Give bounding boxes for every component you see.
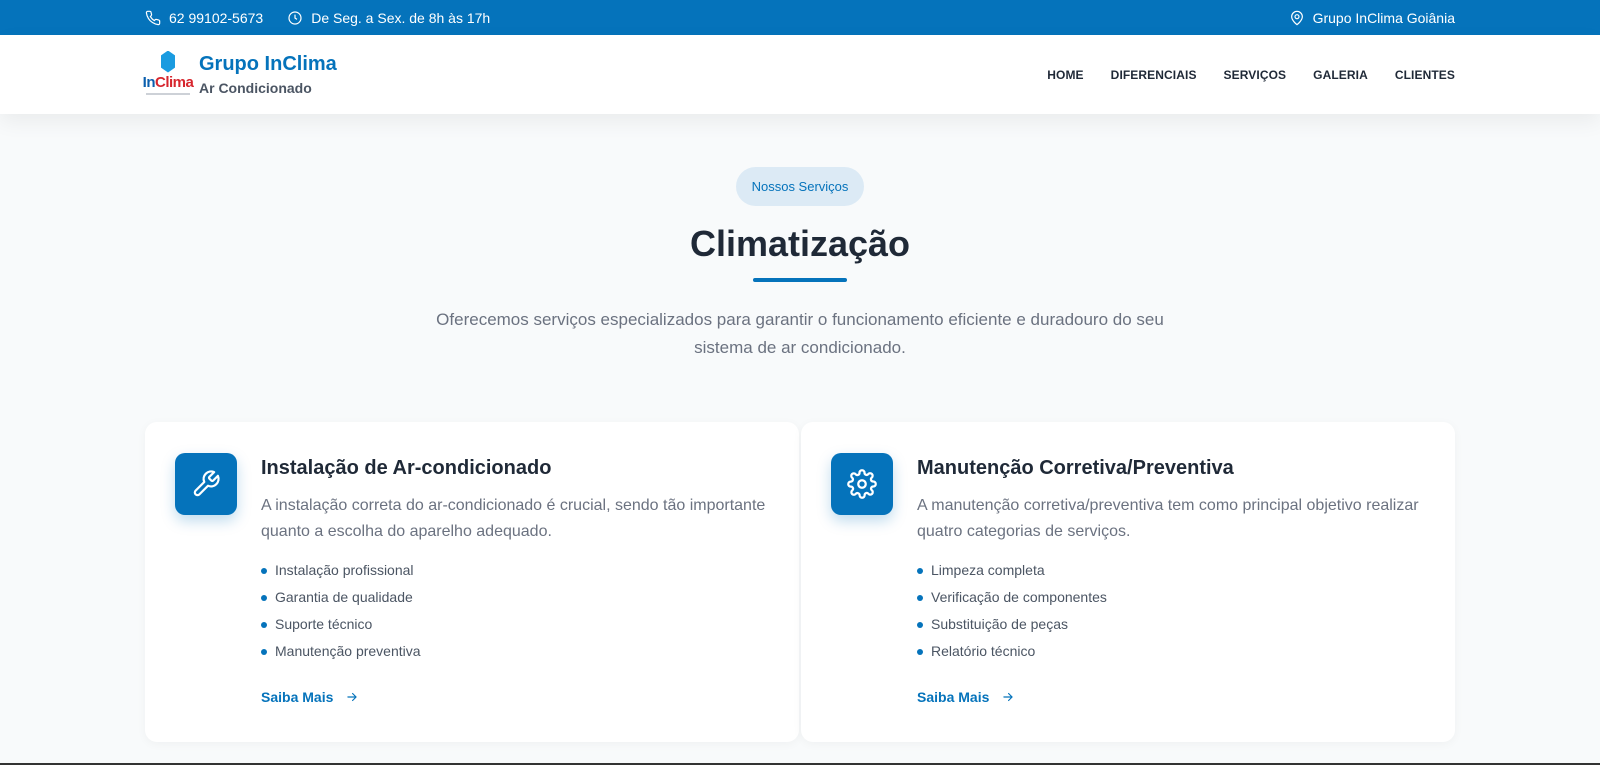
- list-item-text: Verificação de componentes: [931, 589, 1107, 605]
- list-item-text: Garantia de qualidade: [275, 589, 413, 605]
- logo-wordmark: InClima: [143, 74, 194, 91]
- brand-text: Grupo InClima Ar Condicionado: [199, 52, 337, 98]
- bullet-dot: [917, 594, 923, 601]
- title-underline: [753, 278, 847, 282]
- logo-hexagon: [161, 50, 175, 73]
- topbar-hours: De Seg. a Sex. de 8h às 17h: [287, 10, 490, 26]
- bullet-dot: [261, 567, 267, 574]
- bullet-dot: [261, 621, 267, 628]
- arrow-right-icon: [347, 692, 358, 702]
- list-item: Relatório técnico: [917, 638, 1425, 665]
- location-text: Grupo InClima Goiânia: [1312, 9, 1455, 26]
- logo-text-in: In: [142, 73, 156, 91]
- list-item: Limpeza completa: [917, 557, 1425, 584]
- card-description: A manutenção corretiva/preventiva tem co…: [917, 497, 1419, 540]
- phone-icon: [145, 10, 161, 25]
- list-item-text: Substituição de peças: [931, 616, 1068, 632]
- list-item-text: Instalação profissional: [275, 562, 414, 578]
- list-item-text: Relatório técnico: [931, 643, 1036, 659]
- bullet-dot: [917, 621, 923, 628]
- logo-text-clima: Clima: [155, 73, 194, 91]
- bullet-dot: [261, 648, 267, 655]
- nav-clientes[interactable]: CLIENTES: [1395, 68, 1455, 82]
- map-pin-icon: [1290, 10, 1303, 25]
- service-card-installation: Instalação de Ar-condicionado A instalaç…: [145, 422, 799, 742]
- topbar-location-wrap: Grupo InClima Goiânia: [1289, 10, 1455, 26]
- topbar-contact: 62 99102-5673 De Seg. a Sex. de 8h às 17…: [145, 10, 514, 26]
- card-title: Manutenção Corretiva/Preventiva: [917, 457, 1234, 479]
- list-item: Suporte técnico: [261, 611, 769, 638]
- saiba-mais-link[interactable]: Saiba Mais: [261, 689, 359, 705]
- section-title: Climatização: [689, 223, 911, 264]
- card-title: Instalação de Ar-condicionado: [261, 457, 552, 479]
- saiba-mais-link[interactable]: Saiba Mais: [917, 689, 1015, 705]
- nav-servicos[interactable]: SERVIÇOS: [1224, 68, 1287, 82]
- arrow-right-icon: [1003, 692, 1014, 702]
- wrench-icon: [193, 470, 220, 497]
- list-item: Verificação de componentes: [917, 584, 1425, 611]
- inclima-logo[interactable]: InClima: [143, 50, 194, 99]
- card-description: A instalação correta do ar-condicionado …: [261, 497, 766, 540]
- top-info-bar: 62 99102-5673 De Seg. a Sex. de 8h às 17…: [0, 0, 1600, 35]
- brand-subtitle: Ar Condicionado: [199, 79, 312, 96]
- saiba-mais-label: Saiba Mais: [261, 689, 334, 705]
- section-badge: Nossos Serviços: [735, 167, 865, 206]
- logo-tagline-line: [146, 92, 190, 95]
- nav-home[interactable]: HOME: [1047, 68, 1083, 82]
- service-cards: Instalação de Ar-condicionado A instalaç…: [0, 422, 1600, 742]
- brand[interactable]: InClima Grupo InClima Ar Condicionado: [143, 50, 337, 99]
- list-item: Substituição de peças: [917, 611, 1425, 638]
- list-item-text: Limpeza completa: [931, 562, 1045, 578]
- phone-number: 62 99102-5673: [169, 9, 264, 26]
- topbar-phone[interactable]: 62 99102-5673: [145, 10, 263, 26]
- card-body: Instalação de Ar-condicionado A instalaç…: [261, 453, 769, 711]
- clock-icon: [288, 10, 302, 25]
- service-card-maintenance: Manutenção Corretiva/Preventiva A manute…: [801, 422, 1455, 742]
- saiba-mais-label: Saiba Mais: [917, 689, 990, 705]
- card-feature-list: Instalação profissional Garantia de qual…: [261, 557, 769, 665]
- services-section: Nossos Serviços Climatização Oferecemos …: [0, 114, 1600, 742]
- bullet-dot: [261, 594, 267, 601]
- list-item: Manutenção preventiva: [261, 638, 769, 665]
- list-item: Garantia de qualidade: [261, 584, 769, 611]
- bullet-dot: [917, 648, 923, 655]
- bullet-dot: [917, 567, 923, 574]
- card-body: Manutenção Corretiva/Preventiva A manute…: [917, 453, 1425, 711]
- gear-icon: [847, 469, 877, 499]
- card-feature-list: Limpeza completa Verificação de componen…: [917, 557, 1425, 665]
- topbar-location[interactable]: Grupo InClima Goiânia: [1289, 10, 1455, 26]
- section-lead: Oferecemos serviços especializados para …: [436, 310, 1164, 357]
- card-icon-box: [175, 453, 237, 515]
- nav-diferenciais[interactable]: DIFERENCIAIS: [1111, 68, 1197, 82]
- brand-title: Grupo InClima: [199, 52, 337, 75]
- list-item: Instalação profissional: [261, 557, 769, 584]
- list-item-text: Manutenção preventiva: [275, 643, 421, 659]
- list-item-text: Suporte técnico: [275, 616, 373, 632]
- nav-galeria[interactable]: GALERIA: [1313, 68, 1368, 82]
- card-icon-box: [831, 453, 893, 515]
- main-nav: HOME DIFERENCIAIS SERVIÇOS GALERIA CLIEN…: [1047, 68, 1455, 82]
- business-hours: De Seg. a Sex. de 8h às 17h: [311, 9, 491, 26]
- site-header: InClima Grupo InClima Ar Condicionado HO…: [0, 35, 1600, 114]
